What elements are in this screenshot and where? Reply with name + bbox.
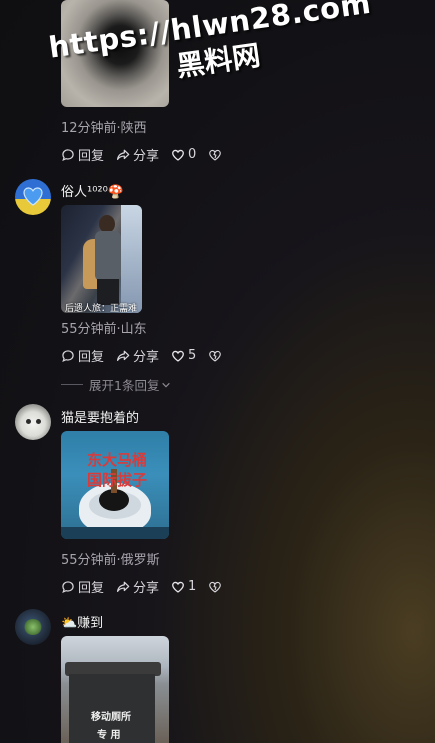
reply-button[interactable]: 回复 [61, 577, 104, 596]
avatar[interactable] [15, 179, 51, 215]
share-button[interactable]: 分享 [116, 145, 159, 164]
username[interactable]: 俗人¹⁰²⁰🍄 [61, 181, 124, 200]
image-caption: 后遗人旅：正需难 [65, 304, 138, 313]
dislike-button[interactable] [208, 349, 222, 363]
share-label: 分享 [133, 149, 160, 164]
share-label: 分享 [133, 350, 160, 365]
heart-icon [23, 187, 43, 206]
chevron-down-icon [162, 382, 171, 387]
avatar[interactable] [15, 609, 51, 645]
comment-meta: 55分钟前·山东 [61, 322, 147, 337]
image-text: 专 用 [97, 730, 121, 741]
divider [61, 384, 83, 385]
comment-image-toilet[interactable]: 东大马桶 国际拔子 [61, 431, 169, 539]
share-icon [116, 581, 130, 592]
like-button[interactable]: 5 [171, 348, 196, 363]
share-icon [116, 350, 130, 361]
expand-replies-label: 展开1条回复 [89, 378, 160, 393]
like-button[interactable]: 1 [171, 579, 196, 594]
username[interactable]: ⛅赚到 [61, 612, 103, 631]
share-icon [116, 149, 130, 160]
dislike-heart-icon [209, 149, 222, 161]
comment-image-bin[interactable]: 移动厕所 专 用 [61, 636, 169, 743]
reply-label: 回复 [78, 350, 105, 365]
like-button[interactable]: 0 [171, 147, 196, 162]
heart-icon [172, 581, 184, 593]
comment-icon [62, 349, 74, 362]
reply-button[interactable]: 回复 [61, 346, 104, 365]
reply-button[interactable]: 回复 [61, 145, 104, 164]
comment-icon [62, 580, 74, 593]
like-count: 1 [188, 579, 197, 594]
heart-icon [172, 149, 184, 161]
like-count: 5 [188, 348, 197, 363]
dislike-button[interactable] [208, 148, 222, 162]
share-label: 分享 [133, 581, 160, 596]
dislike-heart-icon [209, 350, 222, 362]
avatar[interactable] [15, 404, 51, 440]
image-text: 移动厕所 [91, 712, 131, 723]
image-text: 东大马桶 [87, 451, 148, 469]
comment-meta: 55分钟前·俄罗斯 [61, 553, 160, 568]
comment-actions: 回复 分享 0 [61, 145, 222, 164]
comment-actions: 回复 分享 1 [61, 577, 222, 596]
comment-image-photo[interactable]: 后遗人旅：正需难 [61, 205, 142, 313]
comment-actions: 回复 分享 5 [61, 346, 222, 365]
dislike-heart-icon [209, 581, 222, 593]
heart-icon [172, 350, 184, 362]
like-count: 0 [188, 147, 197, 162]
share-button[interactable]: 分享 [116, 577, 159, 596]
comment-meta: 12分钟前·陕西 [61, 121, 147, 136]
comment-icon [62, 148, 74, 161]
reply-label: 回复 [78, 581, 105, 596]
expand-replies-button[interactable]: 展开1条回复 [61, 375, 171, 394]
image-text: 国际拔子 [87, 471, 148, 489]
dislike-button[interactable] [208, 580, 222, 594]
share-button[interactable]: 分享 [116, 346, 159, 365]
username[interactable]: 猫是要抱着的 [61, 407, 139, 426]
reply-label: 回复 [78, 149, 105, 164]
